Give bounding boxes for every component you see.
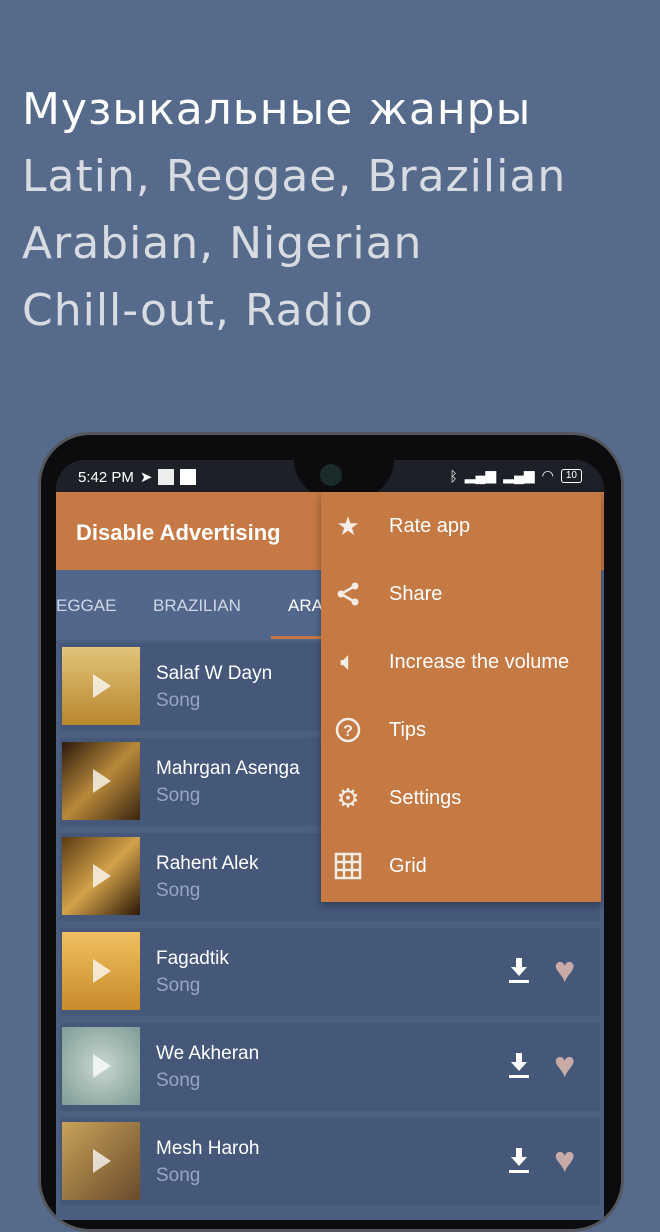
song-type: Song [156, 785, 201, 806]
song-row[interactable]: We Akheran Song ♥ [60, 1023, 600, 1111]
play-icon [93, 959, 111, 983]
menu-item-label: Tips [389, 718, 427, 741]
headline-line: Latin, Reggae, Brazilian [22, 151, 567, 202]
menu-item-increase-the-volume[interactable]: 🔈︎ Increase the volume [321, 628, 601, 696]
tab-brazilian[interactable]: BRAZILIAN [153, 596, 241, 616]
menu-item-label: Grid [389, 854, 427, 877]
overflow-menu: ★ Rate app Share 🔈︎ Increase the volume? Tips… [321, 492, 601, 902]
star-icon: ★ [336, 510, 360, 541]
bluetooth-icon: ᛒ [449, 467, 458, 484]
play-icon [93, 1054, 111, 1078]
menu-item-tips[interactable]: ? Tips [321, 696, 601, 764]
favorite-heart-icon[interactable]: ♥ [554, 1047, 575, 1083]
menu-item-label: Share [389, 582, 443, 605]
song-title: Salaf W Dayn [156, 663, 273, 684]
svg-text:?: ? [343, 723, 353, 740]
battery-icon: 10 [560, 468, 582, 483]
song-thumbnail[interactable] [62, 647, 140, 725]
telegram-icon: ➤ [139, 469, 153, 486]
menu-item-share[interactable]: Share [321, 560, 601, 628]
menu-item-rate-app[interactable]: ★ Rate app [321, 492, 601, 560]
phone-screen: 5:42 PM ➤ ᛒ ▂▄▆ ▂▄▆ ◠ 10 Disable Advertising … [56, 460, 604, 1220]
promo-headline: Музыкальные жанры Latin, Reggae, Brazili… [22, 76, 566, 344]
headline-line: Chill-out, Radio [22, 285, 374, 336]
song-type: Song [156, 1165, 201, 1186]
song-title: Fagadtik [156, 948, 229, 969]
song-thumbnail[interactable] [62, 932, 140, 1010]
song-type: Song [156, 690, 201, 711]
song-title: We Akheran [156, 1043, 260, 1064]
gear-icon: ⚙ [336, 782, 360, 813]
song-thumbnail[interactable] [62, 742, 140, 820]
download-icon[interactable] [508, 1146, 530, 1174]
play-icon [93, 1149, 111, 1173]
song-title: Rahent Alek [156, 853, 259, 874]
song-title: Mahrgan Asenga [156, 758, 300, 779]
song-thumbnail[interactable] [62, 837, 140, 915]
menu-item-label: Settings [389, 786, 462, 809]
share-icon [333, 579, 363, 609]
signal-icon: ▂▄▆ [503, 467, 535, 483]
menu-item-settings[interactable]: ⚙ Settings [321, 764, 601, 832]
volume-icon: 🔈︎ [340, 646, 356, 676]
song-title: Mesh Haroh [156, 1138, 260, 1159]
headline-line: Arabian, Nigerian [22, 218, 423, 269]
favorite-heart-icon[interactable]: ♥ [554, 1142, 575, 1178]
song-row[interactable]: Mesh Haroh Song ♥ [60, 1118, 600, 1206]
wifi-icon: ◠ [541, 467, 554, 483]
song-type: Song [156, 1070, 201, 1091]
notification-icon [158, 469, 175, 485]
camera [320, 464, 342, 486]
song-row[interactable]: Fagadtik Song ♥ [60, 928, 600, 1016]
favorite-heart-icon[interactable]: ♥ [554, 952, 575, 988]
song-thumbnail[interactable] [62, 1122, 140, 1200]
disable-ads-title[interactable]: Disable Advertising [76, 520, 281, 545]
play-icon [93, 769, 111, 793]
menu-item-label: Rate app [389, 514, 471, 537]
song-type: Song [156, 975, 201, 996]
tab-reggae[interactable]: EGGAE [56, 596, 116, 616]
menu-item-label: Increase the volume [389, 650, 570, 673]
help-icon: ? [333, 715, 363, 745]
menu-item-grid[interactable]: Grid [321, 832, 601, 900]
download-icon[interactable] [508, 1051, 530, 1079]
tab-arabian[interactable]: ARA [288, 596, 323, 616]
song-thumbnail[interactable] [62, 1027, 140, 1105]
grid-icon [333, 851, 363, 881]
notification-icon [180, 469, 197, 485]
play-icon [93, 864, 111, 888]
download-icon[interactable] [508, 956, 530, 984]
song-type: Song [156, 880, 201, 901]
signal-icon: ▂▄▆ [464, 467, 497, 483]
play-icon [93, 674, 111, 698]
status-time: 5:42 PM [78, 468, 134, 486]
headline-line: Музыкальные жанры [22, 84, 532, 135]
